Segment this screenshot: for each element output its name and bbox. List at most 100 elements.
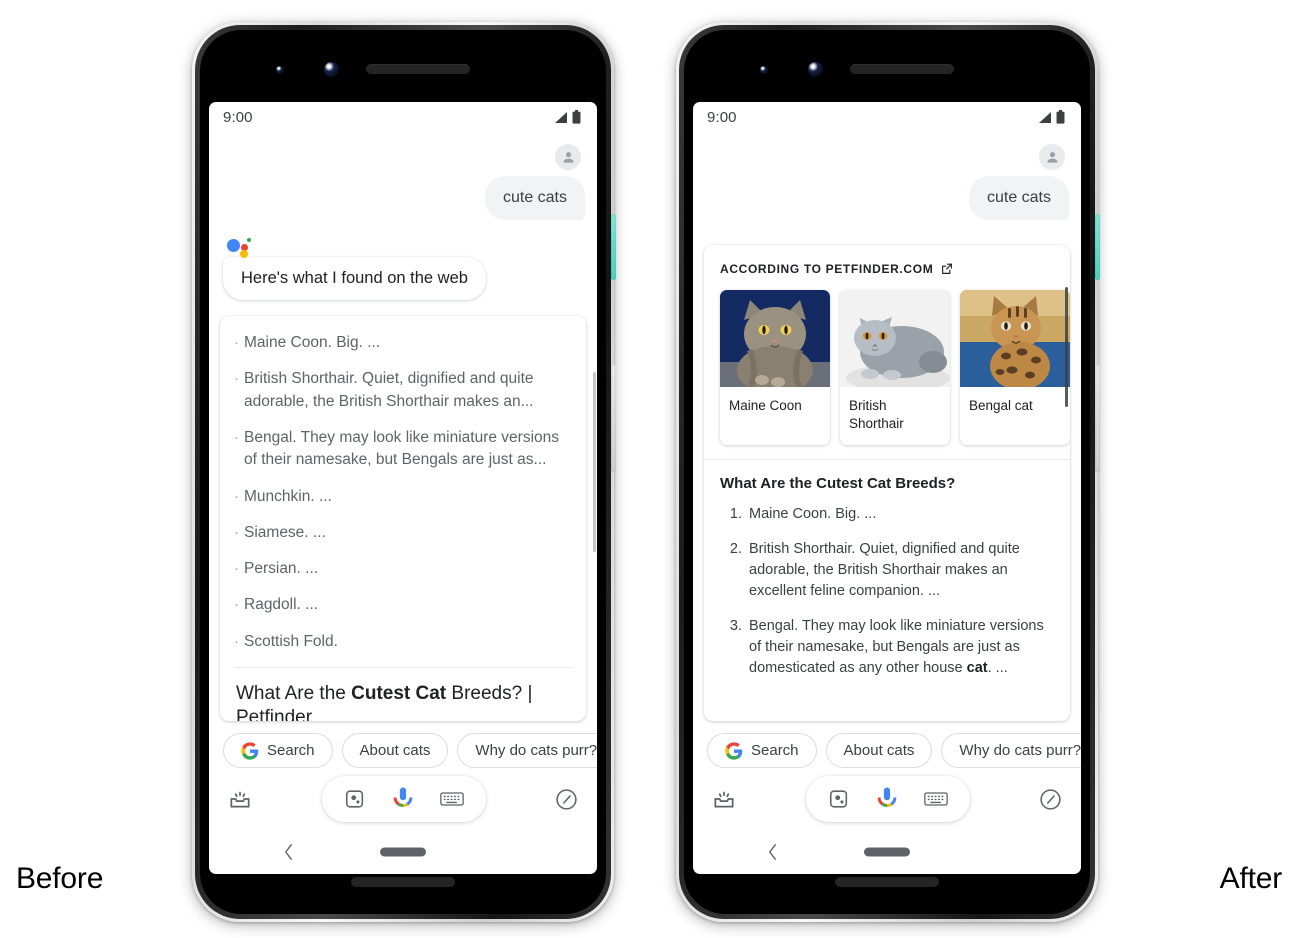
caption-after: After [1219,862,1283,895]
suggestion-chip[interactable]: Search [707,733,817,768]
power-button[interactable] [1095,214,1100,280]
assistant-dot-blue [227,239,240,252]
explore-compass-icon[interactable] [1038,787,1063,812]
external-link-icon[interactable] [940,262,954,276]
bullet-marker-icon: · [234,370,239,388]
bullet-item-text: Siamese. ... [244,523,326,541]
breed-thumbnail-row[interactable]: Maine Coon British Shorthair Bengal cat [704,276,1070,459]
card-source-header[interactable]: ACCORDING TO PETFINDER.COM [704,245,1070,276]
status-time: 9:00 [223,108,253,126]
phone-after: 9:00 cute cats ACCORDING TO PETFINDER.CO… [676,22,1100,922]
bullet-list-item: · Bengal. They may look like miniature ve… [234,427,570,472]
breed-thumbnail-card[interactable]: Maine Coon [720,290,830,445]
status-icons [1038,110,1065,124]
bullet-list-item: · Munchkin. ... [234,486,570,508]
explore-compass-icon[interactable] [554,787,579,812]
bullet-item-text: British Shorthair. Quiet, dignified and … [244,370,534,410]
google-lens-icon[interactable] [828,788,850,810]
status-bar: 9:00 [693,102,1081,132]
suggestion-chip-label: Why do cats purr? [475,742,597,759]
bullet-list-item: · Maine Coon. Big. ... [234,332,570,354]
earpiece-speaker-icon [850,64,954,74]
assistant-bottom-bar [209,768,597,830]
suggestion-chip-label: Why do cats purr? [959,742,1081,759]
battery-icon [1056,110,1065,124]
bullet-list-item: · British Shorthair. Quiet, dignified and… [234,368,570,413]
answer-title: What Are the Cutest Cat Breeds? [720,474,956,492]
battery-icon [572,110,581,124]
assistant-reply-bubble: Here's what I found on the web [223,256,486,300]
result-link-block[interactable]: What Are the Cutest Cat Breeds? | Petfin… [220,668,586,721]
status-bar: 9:00 [209,102,597,132]
suggestion-chip[interactable]: Why do cats purr? [941,733,1081,768]
snapshot-inbox-icon[interactable] [227,786,253,812]
suggestion-chip-label: Search [267,742,315,759]
bullet-item-text: Ragdoll. ... [244,596,319,614]
list-item-text: Bengal. They may look like miniature ver… [749,617,1044,676]
rich-answer-card[interactable]: ACCORDING TO PETFINDER.COM Maine Coon Br… [704,245,1070,721]
web-result-card[interactable]: · Maine Coon. Big. ... · British Shorthair.… [220,315,586,721]
suggestion-chip-label: About cats [843,742,915,759]
user-query-bubble: cute cats [968,176,1069,220]
card-scrollbar[interactable] [1065,287,1068,407]
breed-thumbnail-card[interactable]: British Shorthair [840,290,950,445]
bullet-marker-icon: · [234,523,239,541]
bullet-item-text: Maine Coon. Big. ... [244,333,381,351]
assistant-bottom-bar [693,768,1081,830]
assistant-input-pill [321,776,486,822]
snapshot-inbox-icon[interactable] [711,786,737,812]
back-chevron-icon[interactable] [283,843,294,861]
suggestion-chip[interactable]: About cats [825,733,933,768]
bullet-marker-icon: · [234,487,239,505]
bullet-item-text: Persian. ... [244,560,319,578]
card-source-label: ACCORDING TO PETFINDER.COM [720,262,934,276]
bullet-item-text: Munchkin. ... [244,487,332,505]
google-mic-icon[interactable] [876,786,898,812]
front-camera-primary-icon [324,62,339,77]
breed-thumbnail-card[interactable]: Bengal cat [960,290,1070,445]
earpiece-speaker-icon [366,64,470,74]
numbered-list-item: 3. Bengal. They may look like miniature v… [720,616,1054,679]
keyboard-icon[interactable] [439,790,464,808]
numbered-list: 1. Maine Coon. Big. ... 2. British Shorthai… [720,504,1054,679]
bullet-marker-icon: · [234,596,239,614]
suggestion-chip-label: About cats [359,742,431,759]
google-lens-icon[interactable] [344,788,366,810]
google-mic-icon[interactable] [392,786,414,812]
home-gesture-pill-icon[interactable] [864,847,910,857]
back-chevron-icon[interactable] [767,843,778,861]
home-gesture-pill-icon[interactable] [380,847,426,857]
suggestion-chip[interactable]: Why do cats purr? [457,733,597,768]
user-avatar-icon[interactable] [555,144,581,170]
list-item-number: 1. [729,505,742,522]
bengal-cat-photo [960,290,1070,387]
keyboard-icon[interactable] [923,790,948,808]
assistant-dot-yellow [240,250,248,258]
volume-rocker-button[interactable] [611,364,616,472]
google-assistant-logo-icon [227,236,253,258]
user-avatar-icon[interactable] [1039,144,1065,170]
signal-bars-icon [554,111,569,124]
bullet-item-text: Scottish Fold. [244,632,338,650]
phone-body: 9:00 [684,30,1090,914]
user-query-bubble: cute cats [484,176,585,220]
front-camera-secondary-icon [760,66,768,74]
status-time: 9:00 [707,108,737,126]
volume-rocker-button[interactable] [1095,364,1100,472]
front-camera-secondary-icon [276,66,284,74]
numbered-list-item: 2. British Shorthair. Quiet, dignified an… [720,539,1054,602]
page-scrollbar[interactable] [593,372,596,552]
bullet-item-text: Bengal. They may look like miniature ver… [244,428,560,469]
suggestion-chip[interactable]: About cats [341,733,449,768]
assistant-dot-green [247,238,251,242]
list-item-number: 3. [729,617,742,634]
assistant-input-pill [805,776,970,822]
suggestion-chip[interactable]: Search [223,733,333,768]
suggestion-chip-label: Search [751,742,799,759]
bullet-marker-icon: · [234,333,239,351]
bullet-list-item: · Scottish Fold. [234,631,570,653]
power-button[interactable] [611,214,616,280]
phone-before: 9:00 cute cats Here's what I found on th… [192,22,616,922]
bullet-list-item: · Siamese. ... [234,522,570,544]
list-item-number: 2. [729,540,742,557]
